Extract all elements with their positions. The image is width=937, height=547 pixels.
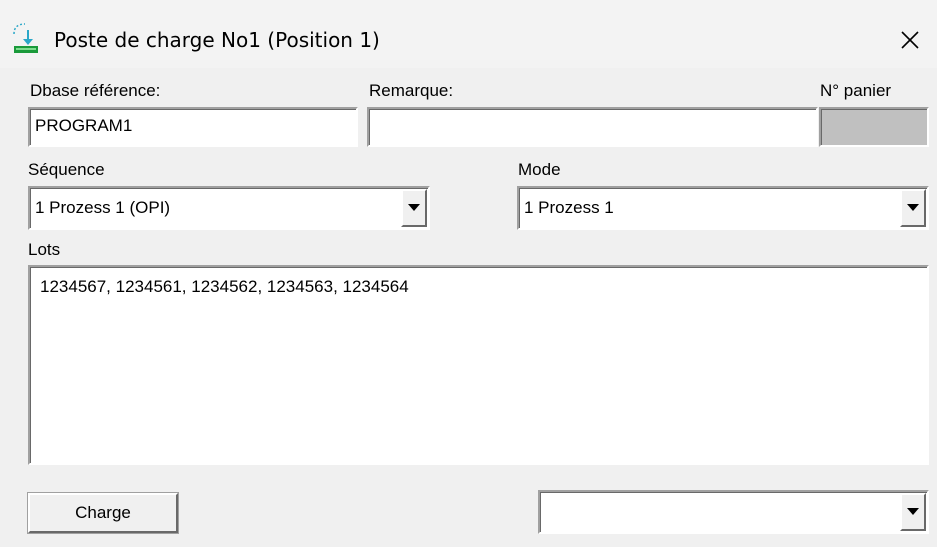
lots-label: Lots [28, 240, 61, 259]
sequence-select[interactable]: 1 Prozess 1 (OPI) [28, 186, 430, 230]
remarque-label: Remarque: [369, 81, 454, 100]
sequence-label: Séquence [28, 160, 105, 179]
mode-dropdown-button[interactable] [900, 189, 926, 227]
lots-textarea[interactable]: 1234567, 1234561, 1234562, 1234563, 1234… [28, 265, 929, 465]
chevron-down-icon [907, 204, 919, 211]
panier-number-label: N° panier [820, 81, 892, 100]
mode-select[interactable]: 1 Prozess 1 [517, 186, 929, 230]
close-button[interactable] [890, 20, 930, 60]
dbase-reference-value: PROGRAM1 [35, 116, 133, 135]
sequence-selected-value: 1 Prozess 1 (OPI) [35, 198, 171, 217]
footer-select[interactable] [538, 490, 929, 534]
mode-selected-value: 1 Prozess 1 [524, 198, 614, 217]
chevron-down-icon [408, 204, 420, 211]
sequence-dropdown-button[interactable] [401, 189, 427, 227]
panier-number-field [819, 107, 929, 147]
title-bar: Poste de charge No1 (Position 1) [0, 0, 937, 68]
loading-station-icon [11, 22, 41, 54]
mode-label: Mode [518, 160, 561, 179]
lots-value: 1234567, 1234561, 1234562, 1234563, 1234… [40, 277, 409, 296]
charge-button-label: Charge [75, 503, 131, 522]
dbase-reference-input[interactable]: PROGRAM1 [28, 107, 358, 147]
charge-button[interactable]: Charge [27, 492, 179, 534]
footer-dropdown-button[interactable] [900, 493, 926, 531]
dialog-window: Poste de charge No1 (Position 1) Dbase r… [0, 0, 937, 547]
dbase-reference-label: Dbase référence: [30, 81, 161, 100]
chevron-down-icon [907, 508, 919, 515]
remarque-input[interactable] [367, 107, 818, 147]
close-icon [901, 31, 919, 49]
window-title: Poste de charge No1 (Position 1) [54, 28, 380, 52]
